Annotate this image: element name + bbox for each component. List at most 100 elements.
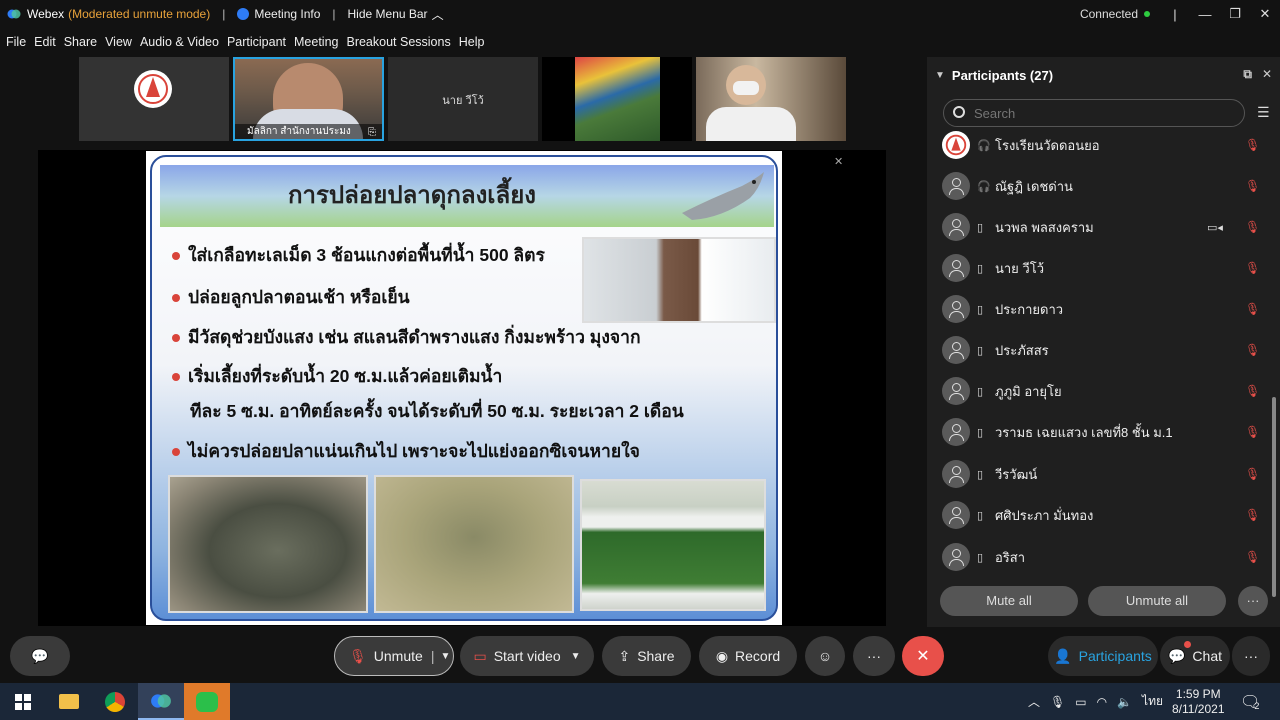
participant-row[interactable]: 🎧 โรงเรียนวัดดอนยอ 🎙 xyxy=(927,128,1267,162)
chevron-down-icon[interactable]: ▼ xyxy=(440,651,450,662)
muted-mic-icon[interactable]: 🎙 xyxy=(1245,261,1260,275)
line-taskbar-icon[interactable] xyxy=(184,683,230,720)
volume-icon[interactable]: 🔈 xyxy=(1117,695,1132,709)
video-tile[interactable] xyxy=(79,57,229,141)
headset-icon: 🎧 xyxy=(977,180,991,193)
wifi-icon[interactable]: ◠ xyxy=(1097,695,1107,709)
slide-bullet-continuation: ทีละ 5 ซ.ม. อาทิตย์ละครั้ง จนได้ระดับที่… xyxy=(190,401,684,421)
participant-row[interactable]: ▯ วรามธ เฉยแสวง เลขที่8 ชั้น ม.1 🎙 xyxy=(927,415,1267,449)
muted-mic-icon[interactable]: 🎙 xyxy=(1245,467,1260,481)
menu-participant[interactable]: Participant xyxy=(227,35,286,49)
pond-photo xyxy=(168,475,368,613)
catfish-icon xyxy=(682,172,764,220)
participant-video xyxy=(575,57,660,141)
sort-list-icon[interactable]: ☰ xyxy=(1257,104,1270,121)
participant-name: ภูภูมิ อายุโย xyxy=(995,383,1062,399)
start-button[interactable] xyxy=(0,683,46,720)
divider: | xyxy=(332,7,336,21)
start-video-button[interactable]: ▭ Start video ▼ xyxy=(460,636,594,676)
captions-button[interactable]: 💬 xyxy=(10,636,70,676)
muted-mic-icon[interactable]: 🎙 xyxy=(1245,138,1260,152)
participants-scrollbar[interactable] xyxy=(1272,397,1276,597)
mute-all-button[interactable]: Mute all xyxy=(940,586,1078,616)
muted-mic-icon[interactable]: 🎙 xyxy=(1245,220,1260,234)
leave-meeting-button[interactable]: ✕ xyxy=(902,636,944,676)
participant-row[interactable]: ▯ นาย วีโว้ 🎙 xyxy=(927,251,1267,285)
battery-icon[interactable]: ▭ xyxy=(1075,695,1086,709)
meeting-mode: (Moderated unmute mode) xyxy=(68,7,211,21)
muted-mic-icon[interactable]: 🎙 xyxy=(1245,343,1260,357)
unmute-button[interactable]: 🎙 Unmute | ▼ xyxy=(334,636,454,676)
participant-row[interactable]: ▯ นวพล พลสงคราม ▭◂ 🎙 xyxy=(927,210,1267,244)
participant-name: โรงเรียนวัดดอนยอ xyxy=(995,137,1100,153)
salt-photo xyxy=(582,237,776,323)
more-options-button[interactable]: ··· xyxy=(1238,586,1268,616)
participant-row[interactable]: ▯ ประภัสสร 🎙 xyxy=(927,333,1267,367)
video-tile[interactable]: นาย วีโว้ xyxy=(388,57,538,141)
minimize-icon[interactable]: — xyxy=(1190,7,1220,22)
video-tile[interactable] xyxy=(696,57,846,141)
participants-button[interactable]: 👤 Participants xyxy=(1048,636,1158,676)
participants-panel: ▼ Participants (27) ⧉ ✕ ☰ 🎧 โรงเรียนวัดด… xyxy=(927,57,1280,627)
video-tile-active-speaker[interactable]: มัลลิกา สำนักงานประมง ⎘ xyxy=(233,57,384,141)
meeting-info-button[interactable]: Meeting Info xyxy=(237,7,320,21)
record-button[interactable]: ◉ Record xyxy=(699,636,797,676)
pop-out-icon[interactable]: ⧉ xyxy=(1243,67,1252,81)
menu-edit[interactable]: Edit xyxy=(34,35,56,49)
menu-meeting[interactable]: Meeting xyxy=(294,35,338,49)
video-tile[interactable] xyxy=(542,57,692,141)
input-language[interactable]: ไทย xyxy=(1142,692,1163,711)
muted-mic-icon[interactable]: 🎙 xyxy=(1245,425,1260,439)
tank-photo xyxy=(580,479,766,611)
menu-view[interactable]: View xyxy=(105,35,132,49)
participant-row[interactable]: ▯ ประกายดาว 🎙 xyxy=(927,292,1267,326)
muted-mic-icon[interactable]: 🎙 xyxy=(1245,508,1260,522)
file-explorer-taskbar-icon[interactable] xyxy=(46,683,92,720)
clock-date: 8/11/2021 xyxy=(1172,701,1225,716)
chat-button[interactable]: 💬 Chat xyxy=(1160,636,1230,676)
menu-help[interactable]: Help xyxy=(459,35,485,49)
more-panels-button[interactable]: ··· xyxy=(1232,636,1270,676)
participant-row[interactable]: ▯ ภูภูมิ อายุโย 🎙 xyxy=(927,374,1267,408)
avatar xyxy=(942,501,970,529)
system-tray: ︿ 🎙 ▭ ◠ 🔈 ไทย xyxy=(1028,683,1163,720)
avatar xyxy=(942,377,970,405)
participant-row[interactable]: ▯ ศศิประภา มั่นทอง 🎙 xyxy=(927,498,1267,532)
participants-search-input[interactable] xyxy=(943,99,1245,127)
menu-share[interactable]: Share xyxy=(64,35,97,49)
menu-audio-video[interactable]: Audio & Video xyxy=(140,35,219,49)
muted-mic-icon[interactable]: 🎙 xyxy=(1245,550,1260,564)
participant-row[interactable]: ▯ อริสา 🎙 xyxy=(927,540,1267,574)
unmute-all-button[interactable]: Unmute all xyxy=(1088,586,1226,616)
slide-frame: การปล่อยปลาดุกลงเลี้ยง ใส่เกลือทะเลเม็ด … xyxy=(150,155,778,621)
notification-center-button[interactable]: 🗨 2 xyxy=(1240,683,1260,720)
menu-file[interactable]: File xyxy=(6,35,26,49)
participant-name: นาย วีโว้ xyxy=(995,260,1044,276)
muted-mic-icon[interactable]: 🎙 xyxy=(1245,384,1260,398)
menu-breakout-sessions[interactable]: Breakout Sessions xyxy=(346,35,450,49)
reactions-button[interactable]: ☺ xyxy=(805,636,845,676)
more-icon: ··· xyxy=(867,648,881,664)
school-logo-icon xyxy=(945,134,967,156)
avatar xyxy=(942,254,970,282)
share-button[interactable]: ⇪ Share xyxy=(602,636,691,676)
collapse-share-icon[interactable]: ✕ xyxy=(834,155,844,168)
close-icon[interactable]: ✕ xyxy=(1250,6,1280,22)
connection-status: Connected xyxy=(1079,7,1138,21)
hide-menu-bar-button[interactable]: Hide Menu Bar ︿ xyxy=(348,6,444,23)
webex-taskbar-icon[interactable] xyxy=(138,683,184,720)
participant-row[interactable]: ▯ วีรวัฒน์ 🎙 xyxy=(927,457,1267,491)
participant-row[interactable]: 🎧 ณัฐฎิ เดชด่าน 🎙 xyxy=(927,169,1267,203)
more-options-button[interactable]: ··· xyxy=(853,636,895,676)
chevron-down-icon[interactable]: ▼ xyxy=(571,651,581,662)
muted-mic-icon[interactable]: 🎙 xyxy=(1245,302,1260,316)
muted-mic-icon[interactable]: 🎙 xyxy=(1245,179,1260,193)
clock[interactable]: 1:59 PM 8/11/2021 xyxy=(1172,683,1225,720)
chevron-up-icon[interactable]: ︿ xyxy=(1028,693,1040,710)
panel-actions: ⧉ ✕ xyxy=(1243,67,1272,82)
chevron-down-icon[interactable]: ▼ xyxy=(935,70,945,81)
close-panel-icon[interactable]: ✕ xyxy=(1262,67,1272,81)
chrome-taskbar-icon[interactable] xyxy=(92,683,138,720)
slide-bullet: ปล่อยลูกปลาตอนเช้า หรือเย็น xyxy=(172,283,410,311)
maximize-icon[interactable]: ❐ xyxy=(1220,6,1250,22)
